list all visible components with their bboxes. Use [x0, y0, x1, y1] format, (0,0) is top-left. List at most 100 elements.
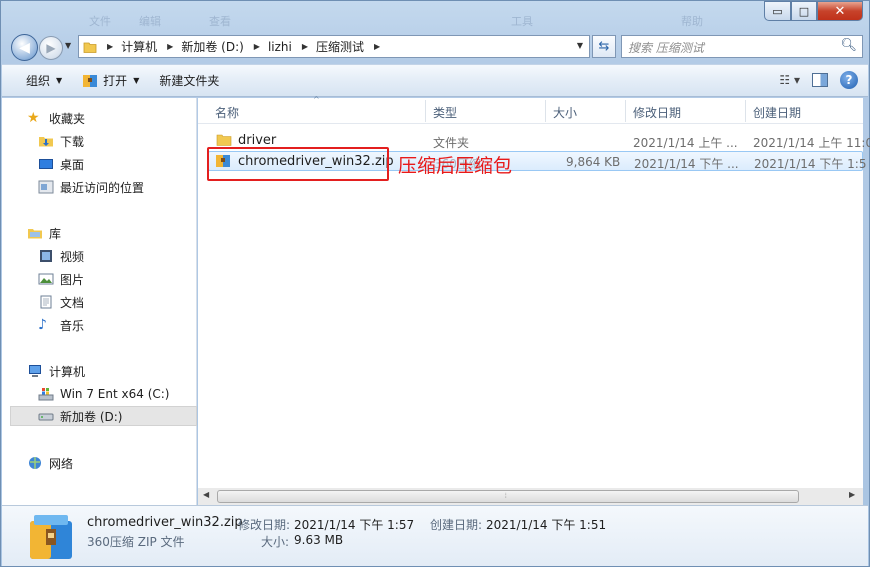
- column-header-created[interactable]: 创建日期: [753, 104, 801, 121]
- sidebar-item-pictures[interactable]: 图片: [38, 269, 197, 289]
- breadcrumb-separator-icon[interactable]: ▶: [254, 42, 260, 51]
- column-divider[interactable]: [745, 100, 746, 122]
- library-icon: [28, 229, 42, 239]
- detail-filename: chromedriver_win32.zip: [87, 515, 243, 530]
- breadcrumb-lizhi[interactable]: lizhi: [268, 40, 292, 54]
- address-bar[interactable]: ▶ 计算机 ▶ 新加卷 (D:) ▶ lizhi ▶ 压缩测试 ▶ ▼: [78, 35, 590, 58]
- explorer-window: 文件 编辑 查看 工具 帮助 ▭ □ ✕ ◀ ▶ ▼ ▶ 计算机 ▶ 新加卷 (…: [0, 0, 870, 567]
- archive-icon: [83, 74, 98, 87]
- breadcrumb-separator-icon[interactable]: ▶: [374, 42, 380, 51]
- sidebar-item-videos[interactable]: 视频: [38, 246, 197, 266]
- sidebar-label: 新加卷 (D:): [60, 409, 123, 424]
- ghost-menu-item: 帮助: [681, 15, 703, 28]
- sidebar-network[interactable]: 网络: [27, 453, 197, 473]
- sidebar-item-desktop[interactable]: 桌面: [38, 154, 197, 174]
- sidebar-item-drive-c[interactable]: Win 7 Ent x64 (C:): [38, 384, 197, 404]
- maximize-button[interactable]: □: [791, 1, 817, 21]
- sidebar-label: 库: [49, 226, 62, 241]
- breadcrumb-computer[interactable]: 计算机: [121, 38, 157, 55]
- help-icon[interactable]: ?: [840, 71, 858, 89]
- column-divider[interactable]: [545, 100, 546, 122]
- breadcrumb: ▶ 计算机 ▶ 新加卷 (D:) ▶ lizhi ▶ 压缩测试 ▶: [97, 38, 388, 55]
- detail-size-label: 大小:: [261, 535, 290, 549]
- sidebar-item-documents[interactable]: 文档: [38, 292, 197, 312]
- file-size: 9,864 KB: [566, 155, 621, 169]
- computer-icon: [29, 365, 41, 377]
- maximize-icon: □: [798, 4, 810, 18]
- preview-pane-icon[interactable]: [812, 73, 828, 87]
- sidebar-label: 音乐: [60, 318, 85, 333]
- sidebar-label: Win 7 Ent x64 (C:): [60, 387, 170, 401]
- search-icon[interactable]: 🔍︎: [840, 38, 857, 53]
- close-button[interactable]: ✕: [817, 1, 863, 21]
- file-list: ^ 名称 类型 大小 修改日期 创建日期 driver 文件夹 2021/1/1…: [198, 95, 870, 505]
- detail-modified-value: 2021/1/14 下午 1:57: [294, 518, 415, 532]
- scrollbar-thumb[interactable]: ⦙: [217, 490, 799, 503]
- sidebar-item-drive-d[interactable]: 新加卷 (D:): [10, 406, 197, 426]
- ghost-menu-item: 查看: [209, 15, 231, 28]
- column-header-row: ^ 名称 类型 大小 修改日期 创建日期: [198, 95, 863, 124]
- scroll-right-icon[interactable]: ▶: [849, 490, 855, 499]
- archive-large-icon: [30, 515, 72, 559]
- breadcrumb-current[interactable]: 压缩测试: [316, 38, 364, 55]
- folder-icon: [83, 42, 97, 53]
- breadcrumb-separator-icon[interactable]: ▶: [302, 42, 308, 51]
- column-header-size[interactable]: 大小: [553, 104, 577, 121]
- sort-indicator-icon: ^: [313, 95, 320, 104]
- sidebar-favorites[interactable]: ★ 收藏夹: [27, 108, 197, 128]
- folder-icon: [216, 134, 232, 146]
- column-header-name[interactable]: 名称: [215, 104, 239, 121]
- file-created: 2021/1/14 下午 1:5: [754, 157, 867, 171]
- sidebar-libraries[interactable]: 库: [27, 223, 197, 243]
- sidebar-label: 文档: [60, 295, 85, 310]
- sidebar-item-recent-places[interactable]: 最近访问的位置: [38, 177, 197, 197]
- back-button[interactable]: ◀: [11, 34, 38, 61]
- organize-button[interactable]: 组织 ▼: [16, 65, 72, 96]
- sidebar-label: 最近访问的位置: [60, 180, 145, 195]
- column-divider[interactable]: [625, 100, 626, 122]
- new-folder-button[interactable]: 新建文件夹: [149, 65, 229, 96]
- detail-filetype: 360压缩 ZIP 文件: [87, 535, 185, 549]
- forward-arrow-icon: ▶: [46, 41, 56, 55]
- scroll-left-icon[interactable]: ◀: [203, 490, 209, 499]
- sidebar-computer[interactable]: 计算机: [27, 361, 197, 381]
- forward-button[interactable]: ▶: [39, 36, 63, 60]
- column-header-modified[interactable]: 修改日期: [633, 104, 681, 121]
- star-icon: ★: [27, 110, 40, 126]
- column-divider[interactable]: [425, 100, 426, 122]
- refresh-icon: ⇆: [598, 39, 610, 54]
- detail-created-value: 2021/1/14 下午 1:51: [486, 518, 607, 532]
- annotation-text: 压缩后压缩包: [398, 155, 513, 177]
- breadcrumb-drive-d[interactable]: 新加卷 (D:): [181, 38, 243, 55]
- recent-places-icon: [38, 180, 54, 194]
- refresh-button[interactable]: ⇆: [592, 35, 616, 58]
- chevron-down-icon: ▼: [56, 76, 63, 85]
- document-icon: [40, 295, 52, 309]
- sidebar-label: 网络: [49, 456, 74, 471]
- window-controls: ▭ □ ✕: [764, 1, 863, 21]
- column-header-type[interactable]: 类型: [433, 104, 457, 121]
- file-modified: 2021/1/14 下午 ...: [634, 157, 739, 171]
- music-note-icon: ♪: [38, 317, 47, 333]
- network-icon: [29, 457, 41, 469]
- file-modified: 2021/1/14 上午 ...: [633, 136, 738, 150]
- minimize-button[interactable]: ▭: [764, 1, 791, 21]
- open-button[interactable]: 打开 ▼: [72, 65, 149, 96]
- recent-pages-dropdown[interactable]: ▼: [65, 41, 71, 50]
- ghost-menu-item: 文件: [89, 15, 111, 28]
- breadcrumb-separator-icon[interactable]: ▶: [167, 42, 173, 51]
- close-icon: ✕: [834, 3, 846, 19]
- search-input[interactable]: 搜索 压缩测试 🔍︎: [621, 35, 863, 58]
- address-dropdown-icon[interactable]: ▼: [577, 41, 583, 50]
- horizontal-scrollbar[interactable]: ◀ ⦙ ▶: [198, 488, 863, 505]
- chevron-down-icon: ▼: [133, 76, 140, 85]
- sidebar-item-music[interactable]: ♪ 音乐: [38, 315, 197, 335]
- sidebar-label: 视频: [60, 249, 85, 264]
- download-folder-icon: [39, 137, 53, 147]
- breadcrumb-separator-icon[interactable]: ▶: [107, 42, 113, 51]
- grip-icon: ⦙: [505, 492, 507, 500]
- sidebar-label: 图片: [60, 272, 85, 287]
- sidebar-label: 收藏夹: [49, 111, 86, 126]
- view-options-icon[interactable]: ☷ ▾: [779, 73, 800, 87]
- sidebar-item-downloads[interactable]: 下载: [38, 131, 197, 151]
